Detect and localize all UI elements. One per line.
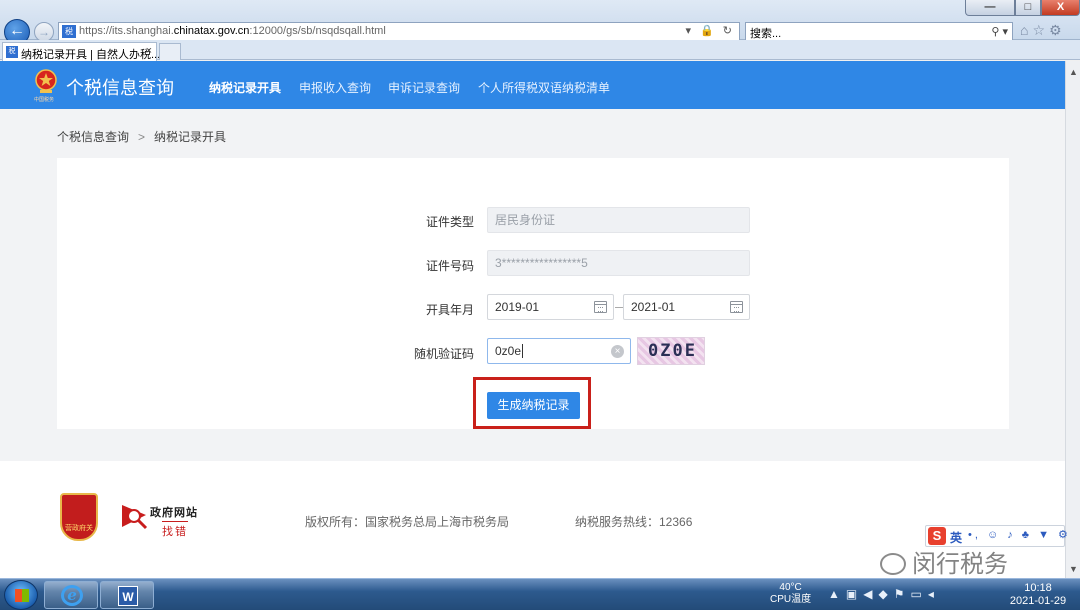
cpu-temp-label: CPU温度 (770, 594, 812, 605)
period-end-value: 2021-01 (631, 300, 676, 314)
party-emblem-icon[interactable]: 营政府关 (60, 493, 98, 541)
taskbar-clock[interactable]: 10:18 2021-01-29 (1003, 582, 1073, 608)
maximize-button[interactable]: □ (1015, 0, 1041, 16)
scroll-up-icon[interactable]: ▲ (1069, 67, 1078, 77)
display-icon[interactable]: ▭ (910, 587, 927, 601)
speaker-icon[interactable]: ◀ (863, 587, 878, 601)
search-icon[interactable]: ⚲ ▾ (991, 25, 1008, 38)
id-type-label: 证件类型 (425, 215, 474, 229)
word-icon: W (118, 586, 138, 606)
copyright-text: 版权所有：国家税务总局上海市税务局 (305, 515, 510, 529)
page-viewport: 中国税务 个税信息查询 纳税记录开具 申报收入查询 申诉记录查询 个人所得税双语… (0, 61, 1065, 578)
id-type-field: 居民身份证 (487, 207, 750, 233)
period-end-picker[interactable]: 2021-01 (623, 294, 750, 320)
gov-site-subtitle[interactable]: 找错 (162, 521, 188, 539)
captcha-input-value: 0z0e (495, 344, 522, 358)
generate-tax-record-button[interactable]: 生成纳税记录 (487, 392, 580, 419)
new-tab-button[interactable] (159, 43, 181, 60)
windows-logo-icon (15, 589, 29, 602)
breadcrumb-current: 纳税记录开具 (154, 130, 227, 144)
id-number-label: 证件号码 (425, 259, 474, 273)
hotline-text: 纳税服务热线：12366 (575, 515, 693, 529)
tray-expand-icon[interactable]: ▲ (828, 587, 846, 601)
sogou-ime-icon[interactable]: S (928, 527, 946, 545)
search-box[interactable]: 搜索... ⚲ ▾ (745, 22, 1013, 41)
date-range-separator (615, 307, 623, 308)
cpu-temp-value: 40°C (779, 582, 802, 593)
gov-site-title[interactable]: 政府网站 (150, 504, 198, 520)
favorites-icon[interactable]: ☆ (1032, 22, 1049, 38)
search-placeholder: 搜索... (750, 28, 782, 40)
tab-favicon-icon: 税 (6, 46, 18, 58)
nav-income-query[interactable]: 申报收入查询 (299, 79, 371, 96)
captcha-image[interactable]: 0Z0E (637, 337, 705, 365)
tab-close-icon[interactable]: × (146, 45, 152, 57)
start-button[interactable] (4, 580, 38, 610)
calendar-icon[interactable] (730, 301, 743, 313)
security-shield-icon[interactable]: ◆ (878, 587, 893, 601)
minimize-button[interactable]: — (965, 0, 1015, 16)
magnifier-logo-icon[interactable] (120, 501, 150, 531)
close-window-button[interactable]: X (1041, 0, 1080, 16)
nav-appeal-query[interactable]: 申诉记录查询 (388, 79, 460, 96)
taskbar-ie[interactable]: e (44, 581, 98, 609)
cpu-temperature[interactable]: 40°C CPU温度 (770, 582, 811, 606)
tab-bar: 税 纳税记录开具 | 自然人办税... × (0, 40, 1080, 61)
tax-emblem-icon (35, 69, 57, 93)
tab-active[interactable]: 税 纳税记录开具 | 自然人办税... × (2, 42, 161, 61)
volume-icon[interactable]: ◂ (928, 587, 940, 601)
internet-explorer-icon: e (61, 585, 83, 606)
site-favicon-icon: 税 (62, 25, 76, 38)
tab-title: 纳税记录开具 | 自然人办税... (21, 49, 161, 61)
calendar-icon[interactable] (594, 301, 607, 313)
nav-tax-record[interactable]: 纳税记录开具 (209, 79, 281, 96)
vertical-scrollbar[interactable]: ▲ ▼ (1065, 61, 1080, 578)
period-start-value: 2019-01 (495, 300, 540, 314)
ime-tool-icons[interactable]: •, ☺ ♪ ♣ ▼ ⚙ (968, 528, 1071, 541)
nav-bilingual-list[interactable]: 个人所得税双语纳税清单 (478, 79, 610, 96)
action-center-flag-icon[interactable]: ⚑ (894, 587, 911, 601)
captcha-image-text: 0Z0E (648, 341, 697, 361)
period-label: 开具年月 (425, 303, 474, 317)
browser-title-bar: — □ X ← → 税 https://its.shanghai.chinata… (0, 0, 1080, 45)
breadcrumb-separator: > (138, 130, 146, 144)
wechat-watermark: 闵行税务 (880, 544, 1008, 579)
site-title[interactable]: 个税信息查询 (66, 74, 174, 100)
home-icon[interactable]: ⌂ (1020, 22, 1032, 38)
system-tray: 40°C CPU温度 ▲▣◀◆⚑▭◂ 10:18 2021-01-29 (760, 579, 1080, 610)
wechat-logo-icon (880, 553, 906, 575)
tray-icons[interactable]: ▲▣◀◆⚑▭◂ (828, 587, 940, 601)
network-icon[interactable]: ▣ (846, 587, 863, 601)
url-text[interactable]: https://its.shanghai.chinatax.gov.cn:120… (79, 25, 386, 37)
emblem-caption: 中国税务 (34, 97, 55, 103)
clock-time: 10:18 (1024, 582, 1052, 594)
windows-taskbar: e W 40°C CPU温度 ▲▣◀◆⚑▭◂ 10:18 2021-01-29 (0, 578, 1080, 610)
clear-input-icon[interactable]: × (611, 345, 624, 358)
breadcrumb-root[interactable]: 个税信息查询 (57, 130, 129, 144)
watermark-text: 闵行税务 (912, 551, 1008, 578)
id-number-field: 3*****************5 (487, 250, 750, 276)
forward-button[interactable]: → (34, 22, 54, 42)
taskbar-word[interactable]: W (100, 581, 154, 609)
breadcrumb: 个税信息查询 > 纳税记录开具 (57, 128, 226, 145)
period-start-picker[interactable]: 2019-01 (487, 294, 614, 320)
toolbar-icons[interactable]: ⌂☆⚙ (1020, 22, 1066, 39)
settings-gear-icon[interactable]: ⚙ (1049, 22, 1066, 38)
scroll-down-icon[interactable]: ▼ (1069, 564, 1078, 574)
address-bar[interactable]: 税 https://its.shanghai.chinatax.gov.cn:1… (58, 22, 740, 41)
captcha-input[interactable]: 0z0e × (487, 338, 631, 364)
captcha-label: 随机验证码 (413, 347, 474, 361)
clock-date: 2021-01-29 (1009, 595, 1067, 607)
site-header: 中国税务 个税信息查询 纳税记录开具 申报收入查询 申诉记录查询 个人所得税双语… (0, 61, 1065, 109)
address-controls[interactable]: ▾ 🔒 ↻ (685, 24, 735, 37)
